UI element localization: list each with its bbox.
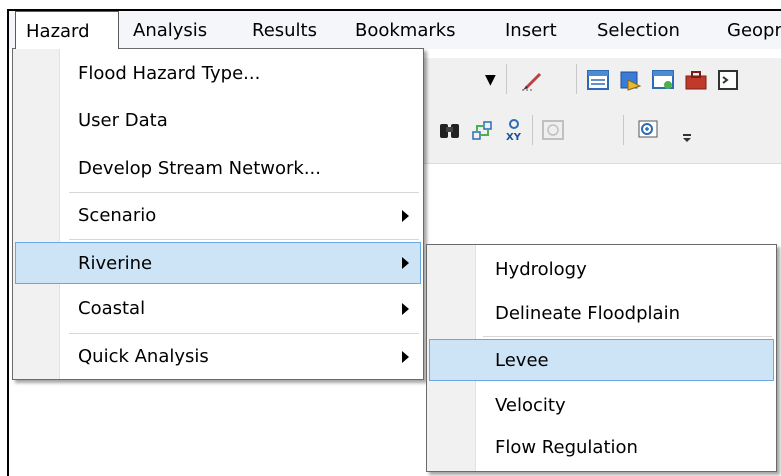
menu-hazard[interactable]: Hazard [15,11,119,49]
menu-item-riverine[interactable]: Riverine [15,242,421,284]
menu-item-flow-regulation[interactable]: Flow Regulation [429,427,774,469]
menu-separator [69,333,419,334]
time-slider-icon [542,120,564,140]
pencil-icon[interactable] [520,68,546,92]
toolbar-overflow-icon[interactable] [683,134,691,142]
menu-item-label: Velocity [495,395,566,416]
menu-item-coastal[interactable]: Coastal [15,288,421,330]
menu-item-label: Flood Hazard Type... [78,63,261,84]
menu-item-label: Riverine [78,253,153,274]
submenu-arrow-icon [402,257,409,269]
menu-bar: Hazard Analysis Results Bookmarks Insert… [9,11,781,49]
menu-item-user-data[interactable]: User Data [15,100,421,142]
goto-xy-icon[interactable]: XY [501,118,527,142]
menu-item-velocity[interactable]: Velocity [429,385,774,427]
menu-item-delineate-floodplain[interactable]: Delineate Floodplain [429,293,774,335]
menu-bookmarks-label: Bookmarks [355,20,456,41]
table-icon[interactable] [585,68,611,92]
menu-item-label: Hydrology [495,259,587,280]
menu-item-label: Develop Stream Network... [78,158,321,179]
menu-item-label: Delineate Floodplain [495,303,680,324]
toolbar-separator [532,115,533,145]
svg-text:XY: XY [506,132,522,142]
toolbar-separator [576,64,577,94]
menu-selection[interactable]: Selection [597,11,680,49]
menu-selection-label: Selection [597,20,680,41]
magnifier-icon[interactable] [636,118,662,142]
menu-results[interactable]: Results [252,11,317,49]
menu-item-label: Scenario [78,205,157,226]
menu-item-label: Levee [495,350,549,371]
menu-separator [483,336,772,337]
dropdown-arrow-icon[interactable]: ▼ [485,72,496,88]
menu-insert[interactable]: Insert [505,11,557,49]
menu-geoprocessing[interactable]: Geopr [727,11,781,49]
menu-item-scenario[interactable]: Scenario [15,195,421,237]
layer-icon[interactable] [618,68,644,92]
menu-geoprocessing-label: Geopr [727,20,781,41]
python-window-icon[interactable] [716,68,742,92]
network-graph-icon[interactable] [470,118,496,142]
submenu-arrow-icon [402,210,409,222]
menu-bookmarks[interactable]: Bookmarks [355,11,456,49]
menu-item-develop-stream-network[interactable]: Develop Stream Network... [15,148,421,190]
menu-analysis[interactable]: Analysis [133,11,207,49]
menu-item-hydrology[interactable]: Hydrology [429,249,774,291]
menu-item-label: User Data [78,110,168,131]
menu-item-label: Coastal [78,298,146,319]
menu-item-levee[interactable]: Levee [429,339,774,381]
menu-insert-label: Insert [505,20,557,41]
riverine-submenu: Hydrology Delineate Floodplain Levee Vel… [426,244,777,472]
menu-item-quick-analysis[interactable]: Quick Analysis [15,336,421,378]
toolbar-separator [623,115,624,145]
submenu-arrow-icon [402,303,409,315]
toolbar-separator [506,64,507,94]
menu-item-label: Flow Regulation [495,437,638,458]
menu-separator [69,192,419,193]
toolbox-icon[interactable] [683,68,709,92]
menu-analysis-label: Analysis [133,20,208,41]
menu-separator [69,239,419,240]
window-icon[interactable] [650,68,676,92]
hazard-menu: Flood Hazard Type... User Data Develop S… [12,48,424,380]
menu-results-label: Results [252,20,317,41]
menu-hazard-label: Hazard [26,21,90,42]
menu-item-label: Quick Analysis [78,346,209,367]
submenu-arrow-icon [402,351,409,363]
binoculars-icon[interactable] [437,118,463,142]
menu-item-flood-hazard-type[interactable]: Flood Hazard Type... [15,53,421,95]
